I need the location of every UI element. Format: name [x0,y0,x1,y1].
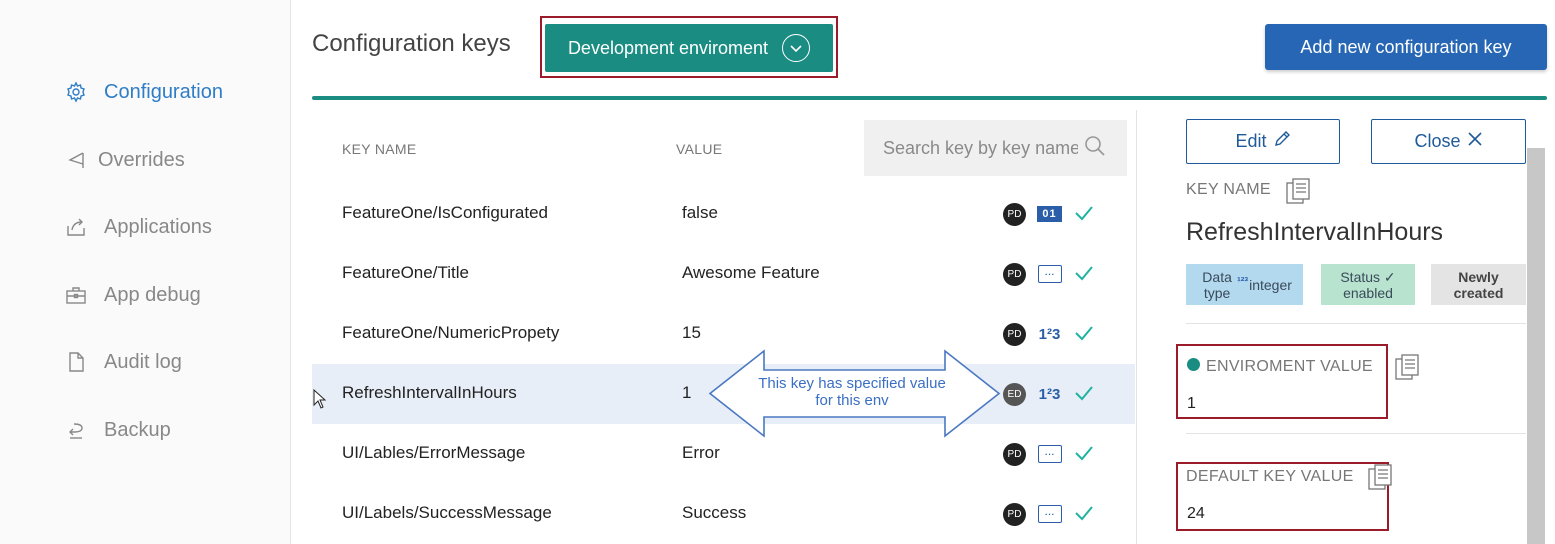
panel-divider [1136,110,1137,544]
sidebar-item-overrides[interactable]: Overrides [64,145,185,175]
check-icon [1074,323,1094,348]
check-icon [1074,503,1094,528]
close-label: Close [1414,131,1461,151]
sidebar-item-configuration[interactable]: Configuration [64,77,223,107]
string-type-icon: ... [1037,444,1062,464]
row-key-name: FeatureOne/Title [342,263,469,282]
check-icon [1074,203,1094,228]
copy-icon[interactable] [1285,177,1313,212]
sidebar-item-label: Applications [104,215,212,238]
env-indicator-dot [1187,358,1200,371]
pencil-icon [1273,130,1291,153]
env-value-highlight [1176,344,1388,419]
data-type-label: Data type [1202,268,1232,301]
sidebar-item-app-debug[interactable]: App debug [64,280,201,310]
chevron-down-icon [782,34,811,62]
edit-button[interactable]: Edit [1186,119,1340,164]
callout-text: This key has specified value for this en… [758,375,946,409]
owner-avatar: ED [1003,383,1026,406]
sidebar-item-audit-log[interactable]: Audit log [64,347,182,377]
owner-avatar: PD [1003,503,1026,526]
status-value: enabled [1343,284,1393,301]
row-key-name: FeatureOne/NumericPropety [342,323,560,342]
environment-label: Development enviroment [567,37,769,58]
number-type-icon: ¹²³ [1237,275,1249,288]
row-value: 15 [682,323,701,342]
row-key-name: RefreshIntervalInHours [342,383,517,402]
detail-key-name: RefreshIntervalInHours [1186,218,1444,246]
sidebar-item-label: Overrides [98,148,185,171]
string-type-icon: ... [1037,504,1062,524]
column-header-value: VALUE [676,141,723,157]
number-type-icon: 1²3 [1038,385,1061,403]
document-icon [64,350,88,374]
toolbox-icon [64,283,88,307]
share-icon [64,215,88,239]
number-type-icon: 1²3 [1038,325,1061,343]
row-key-name: UI/Labels/SuccessMessage [342,503,552,522]
copy-icon[interactable] [1367,463,1395,498]
table-row[interactable]: UI/Labels/SuccessMessage Success PD ... [312,484,1135,544]
search-box [864,120,1127,176]
row-value: 1 [682,383,692,402]
data-type-value: integer [1249,276,1292,293]
owner-avatar: PD [1003,323,1026,346]
scrollbar[interactable] [1527,148,1545,544]
table-row[interactable]: FeatureOne/Title Awesome Feature PD ... [312,244,1135,304]
owner-avatar: PD [1003,263,1026,286]
close-icon [1467,131,1483,152]
row-key-name: UI/Lables/ErrorMessage [342,443,526,462]
undo-arrow-icon [64,418,88,442]
header-divider [312,96,1547,100]
owner-avatar: PD [1003,203,1026,226]
environment-selector-button[interactable]: Development enviroment [545,24,833,72]
boolean-type-icon: 01 [1037,204,1062,224]
flag-icon [64,148,88,172]
default-key-value: 24 [1187,505,1205,522]
page-title: Configuration keys [312,30,511,57]
sidebar-item-label: App debug [104,283,201,306]
sidebar-item-backup[interactable]: Backup [64,415,171,445]
string-type-icon: ... [1037,264,1062,284]
check-icon [1074,263,1094,288]
edit-label: Edit [1235,131,1267,151]
copy-icon[interactable] [1394,353,1422,388]
row-value: Success [682,503,747,522]
environment-value: 1 [1187,395,1196,412]
check-icon [1074,443,1094,468]
close-button[interactable]: Close [1371,119,1526,164]
sidebar-item-label: Backup [104,418,171,441]
table-row[interactable]: FeatureOne/IsConfigurated false PD 01 [312,184,1135,244]
environment-value-label: ENVIROMENT VALUE [1206,358,1373,375]
status-badge: Status ✓ enabled [1321,264,1415,305]
sidebar: Configuration Overrides Applications App… [0,0,291,544]
sidebar-item-label: Audit log [104,350,182,373]
row-value: false [682,203,718,222]
divider [1186,433,1526,434]
search-input[interactable] [883,137,1078,159]
status-label: Status ✓ [1340,268,1396,285]
column-header-key-name: KEY NAME [342,141,417,157]
divider [1186,323,1526,324]
sidebar-item-label: Configuration [104,80,223,103]
data-type-tag: Data type ¹²³ integer [1186,264,1303,305]
check-icon [1074,383,1094,408]
sidebar-item-applications[interactable]: Applications [64,212,212,242]
newly-created-badge: Newly created [1431,264,1526,305]
gear-icon [64,80,88,104]
search-icon[interactable] [1084,135,1106,162]
mouse-cursor-icon [313,388,327,414]
add-configuration-key-button[interactable]: Add new configuration key [1265,24,1547,70]
row-key-name: FeatureOne/IsConfigurated [342,203,549,222]
owner-avatar: PD [1003,443,1026,466]
key-name-label: KEY NAME [1186,181,1271,198]
row-value: Awesome Feature [682,263,820,282]
default-key-value-label: DEFAULT KEY VALUE [1186,468,1354,485]
row-value: Error [682,443,720,462]
